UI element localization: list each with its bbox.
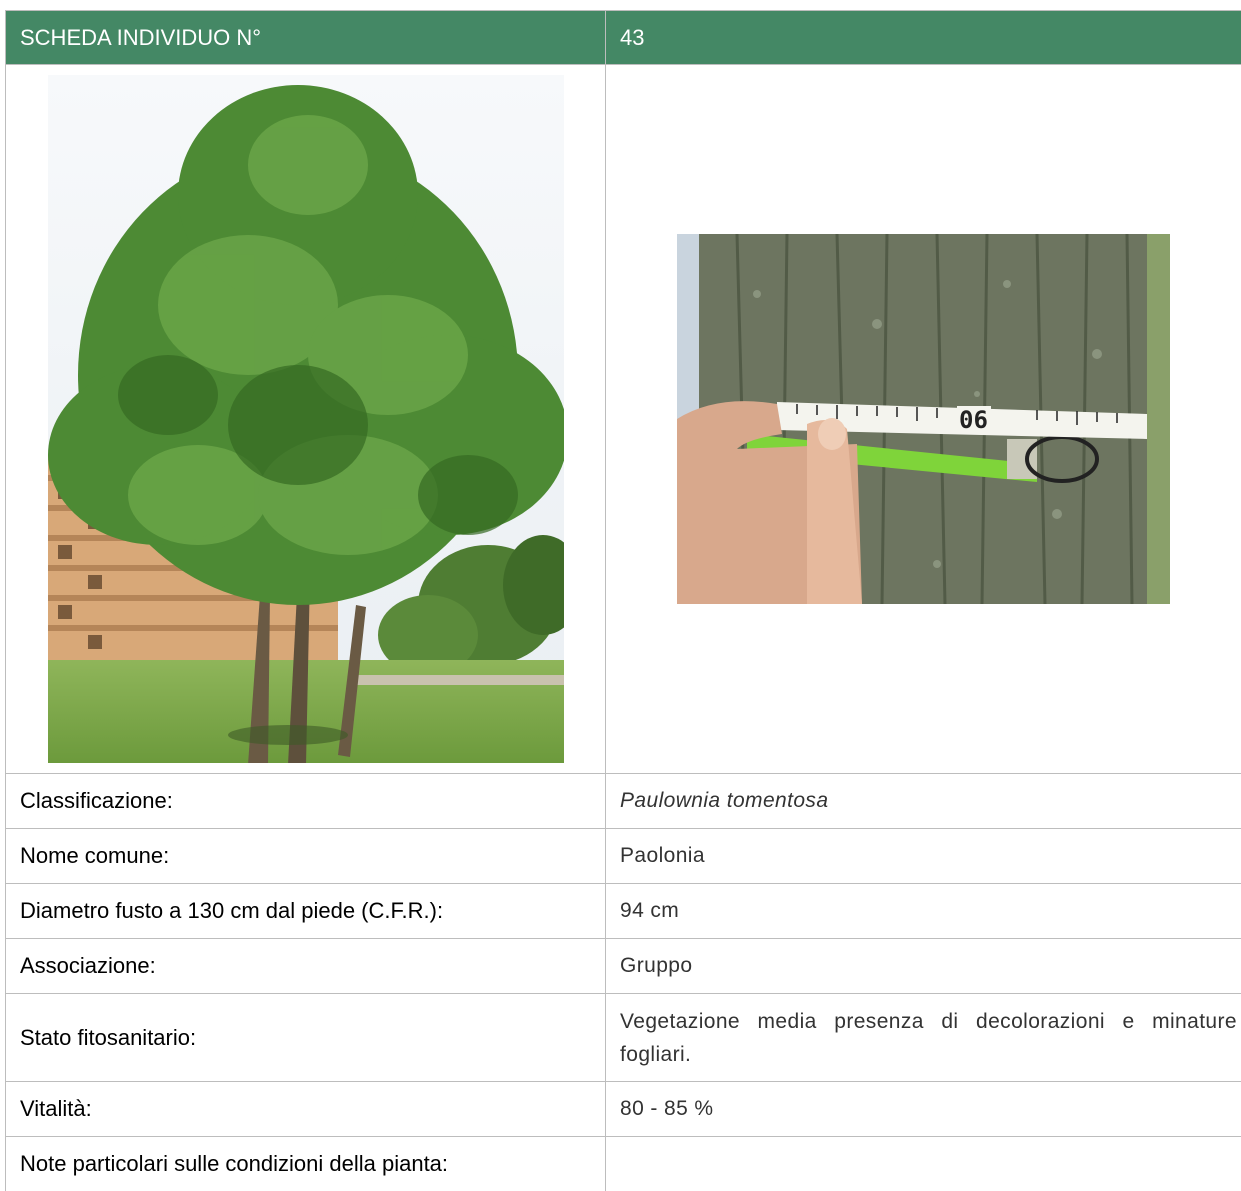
value-stato-fitosanitario: Vegetazione media presenza di decolorazi…	[606, 994, 1241, 1082]
tree-record-sheet: SCHEDA INDIVIDUO N° 43	[5, 10, 1241, 1191]
photo-trunk-cell: 06	[606, 65, 1241, 774]
svg-text:06: 06	[959, 406, 988, 434]
row-note: Note particolari sulle condizioni della …	[6, 1137, 1241, 1191]
record-table: SCHEDA INDIVIDUO N° 43	[5, 10, 1241, 1191]
row-vitalita: Vitalità: 80 - 85 %	[6, 1082, 1241, 1137]
photos-row: 06	[6, 65, 1241, 774]
row-diametro: Diametro fusto a 130 cm dal piede (C.F.R…	[6, 884, 1241, 939]
value-classificazione: Paulownia tomentosa	[606, 774, 1241, 829]
header-title: SCHEDA INDIVIDUO N°	[6, 11, 606, 65]
label-stato-fitosanitario: Stato fitosanitario:	[6, 994, 606, 1082]
photo-tree	[48, 75, 564, 763]
label-vitalita: Vitalità:	[6, 1082, 606, 1137]
value-nome-comune: Paolonia	[606, 829, 1241, 884]
photo-trunk-measure: 06	[677, 234, 1170, 604]
row-nome-comune: Nome comune: Paolonia	[6, 829, 1241, 884]
photo-tree-cell	[6, 65, 606, 774]
header-number: 43	[606, 11, 1241, 65]
row-stato-fitosanitario: Stato fitosanitario: Vegetazione media p…	[6, 994, 1241, 1082]
label-classificazione: Classificazione:	[6, 774, 606, 829]
value-associazione: Gruppo	[606, 939, 1241, 994]
label-diametro: Diametro fusto a 130 cm dal piede (C.F.R…	[6, 884, 606, 939]
label-nome-comune: Nome comune:	[6, 829, 606, 884]
row-classificazione: Classificazione: Paulownia tomentosa	[6, 774, 1241, 829]
value-vitalita: 80 - 85 %	[606, 1082, 1241, 1137]
label-associazione: Associazione:	[6, 939, 606, 994]
header-row: SCHEDA INDIVIDUO N° 43	[6, 11, 1241, 65]
label-note: Note particolari sulle condizioni della …	[6, 1137, 606, 1191]
row-associazione: Associazione: Gruppo	[6, 939, 1241, 994]
value-diametro: 94 cm	[606, 884, 1241, 939]
value-note	[606, 1137, 1241, 1191]
